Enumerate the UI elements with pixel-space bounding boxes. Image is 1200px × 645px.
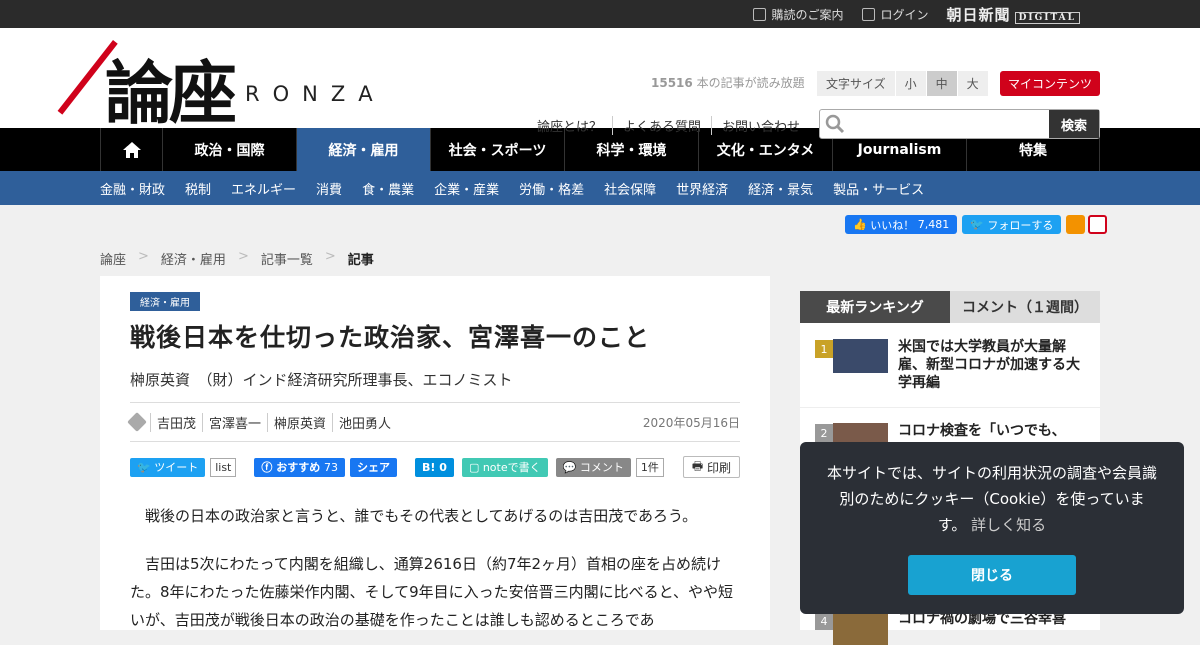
breadcrumb-category[interactable]: 経済・雇用 (161, 249, 226, 268)
twitter-follow-button[interactable]: 🐦 フォローする (962, 215, 1062, 234)
tag-item[interactable]: 池田勇人 (332, 412, 397, 432)
facebook-like-button[interactable]: 👍 いいね！ 7,481 (845, 215, 958, 234)
thumbs-up-icon: 👍 (853, 218, 871, 231)
cookie-message: 本サイトでは、サイトの利用状況の調査や会員識別のためにクッキー（Cookie）を… (826, 464, 1157, 534)
article-author[interactable]: 榊原英資 （財）インド経済研究所理事長、エコノミスト (130, 369, 513, 390)
article: 経済・雇用 戦後日本を仕切った政治家、宮澤喜一のこと 榊原英資 （財）インド経済… (100, 276, 770, 630)
facebook-share-button[interactable]: シェア (350, 457, 398, 477)
top-bar: 購読のご案内 ログイン 朝日新聞 DIGITAL (0, 0, 1200, 28)
rank-number: 2 (815, 424, 833, 442)
print-button[interactable]: 🖶 印刷 (682, 456, 740, 478)
subnav-item[interactable]: 経済・景気 (748, 179, 813, 198)
search-input[interactable] (850, 110, 1049, 138)
comment-button[interactable]: 💬 コメント (555, 457, 631, 477)
social-follow: 👍 いいね！ 7,481 🐦 フォローする (845, 215, 1108, 234)
breadcrumb-list[interactable]: 記事一覧 (261, 249, 313, 268)
search-box: 検索 (819, 109, 1100, 139)
rank-number: 1 (815, 340, 833, 358)
comment-count[interactable]: 1件 (635, 457, 664, 477)
logo-latin: RONZA (245, 81, 386, 106)
breadcrumb: 論座 > 経済・雇用 > 記事一覧 > 記事 (100, 249, 374, 268)
tab-comments[interactable]: コメント（１週間） (950, 291, 1100, 323)
subnav-item[interactable]: 世界経済 (676, 179, 728, 198)
ranking-title: 米国では大学教員が大量解雇、新型コロナが加速する大学再編 (898, 339, 1080, 391)
hatena-icon: B! (422, 460, 440, 474)
asahi-digital-logo[interactable]: 朝日新聞 DIGITAL (947, 4, 1080, 25)
twitter-icon: 🐦 (137, 460, 155, 474)
note-button[interactable]: ▢ noteで書く (461, 457, 548, 477)
font-size-label: 文字サイズ (817, 71, 896, 96)
facebook-icon: ⓕ (261, 461, 277, 474)
login-link[interactable]: ログイン (861, 6, 929, 23)
tweet-list-count[interactable]: list (210, 457, 237, 477)
tag-icon (127, 412, 147, 432)
twitter-icon: 🐦 (970, 218, 988, 231)
article-title: 戦後日本を仕切った政治家、宮澤喜一のこと (130, 323, 651, 352)
about-link[interactable]: 論座とは？ (537, 116, 612, 135)
ronza-logo[interactable]: 論座 RONZA (57, 38, 386, 137)
logo-kanji: 論座 (57, 38, 237, 137)
breadcrumb-current: 記事 (347, 253, 374, 268)
tag-item[interactable]: 宮澤喜一 (202, 412, 267, 432)
subnav-item[interactable]: 企業・産業 (434, 179, 499, 198)
font-size-medium[interactable]: 中 (926, 71, 958, 96)
read-count-text: 15516 本の記事が読み放題 (651, 76, 805, 90)
note-icon: ▢ (468, 460, 483, 474)
tab-ranking[interactable]: 最新ランキング (800, 291, 950, 323)
cookie-banner: 本サイトでは、サイトの利用状況の調査や会員識別のためにクッキー（Cookie）を… (800, 442, 1184, 614)
font-size-selector: 文字サイズ 小 中 大 (817, 71, 989, 96)
ranking-item[interactable]: 1 米国では大学教員が大量解雇、新型コロナが加速する大学再編 (800, 323, 1100, 408)
font-size-large[interactable]: 大 (957, 71, 989, 96)
rss-icon[interactable] (1066, 215, 1086, 234)
hatena-bookmark-button[interactable]: B! 0 (415, 457, 454, 477)
font-size-small[interactable]: 小 (895, 71, 927, 96)
subnav-item[interactable]: 消費 (316, 179, 342, 198)
subnav-item[interactable]: 製品・サービス (833, 179, 924, 198)
tag-item[interactable]: 榊原英資 (267, 412, 332, 432)
ranking-thumbnail (833, 339, 888, 373)
site-header: 論座 RONZA 15516 本の記事が読み放題 文字サイズ 小 中 大 マイコ… (0, 28, 1200, 139)
breadcrumb-separator: > (237, 249, 249, 264)
ranking-title: コロナ検査を「いつでも、 (898, 423, 1066, 439)
category-badge[interactable]: 経済・雇用 (130, 292, 200, 311)
mail-icon[interactable] (1088, 215, 1108, 234)
tag-item[interactable]: 吉田茂 (150, 412, 202, 432)
subnav-item[interactable]: 社会保障 (604, 179, 656, 198)
subnav-item[interactable]: 労働・格差 (519, 179, 584, 198)
share-bar: 🐦 ツイート list ⓕ おすすめ 73 シェア B! 0 ▢ noteで書く… (130, 456, 740, 478)
faq-link[interactable]: よくある質問 (612, 116, 711, 135)
tweet-button[interactable]: 🐦 ツイート (130, 457, 206, 477)
article-paragraph: 戦後の日本の政治家と言うと、誰でもその代表としてあげるのは吉田茂であろう。 (145, 507, 698, 525)
cookie-close-button[interactable]: 閉じる (908, 555, 1076, 595)
subnav-item[interactable]: 金融・財政 (100, 179, 165, 198)
my-content-button[interactable]: マイコンテンツ (1000, 71, 1101, 96)
ranking-thumbnail (833, 611, 888, 645)
publish-date: 2020年05月16日 (642, 415, 740, 430)
rank-number: 4 (815, 612, 833, 630)
tag-list: 吉田茂 宮澤喜一 榊原英資 池田勇人 2020年05月16日 (127, 402, 740, 442)
search-button[interactable]: 検索 (1049, 110, 1099, 138)
contact-link[interactable]: お問い合わせ (711, 116, 810, 135)
article-paragraph: 吉田は5次にわたって内閣を組織し、通算2616日（約7年2ヶ月）首相の座を占め続… (130, 555, 734, 629)
subnav-item[interactable]: エネルギー (231, 179, 296, 198)
search-icon (820, 110, 850, 138)
lock-icon (861, 7, 875, 21)
edit-icon (752, 7, 766, 21)
sub-nav: 金融・財政 税制 エネルギー 消費 食・農業 企業・産業 労働・格差 社会保障 … (0, 171, 1200, 205)
header-links: 論座とは？ よくある質問 お問い合わせ (537, 116, 810, 135)
subscription-link[interactable]: 購読のご案内 (752, 6, 844, 23)
cookie-more-link[interactable]: 詳しく知る (971, 516, 1046, 534)
subnav-item[interactable]: 税制 (185, 179, 211, 198)
home-icon (122, 141, 141, 158)
breadcrumb-separator: > (138, 249, 149, 264)
facebook-recommend-button[interactable]: ⓕ おすすめ 73 (254, 457, 346, 477)
comment-icon: 💬 (562, 460, 580, 474)
breadcrumb-separator: > (324, 249, 336, 264)
sidebar-tabs: 最新ランキング コメント（１週間） (800, 291, 1100, 323)
breadcrumb-home[interactable]: 論座 (100, 249, 126, 268)
subnav-item[interactable]: 食・農業 (362, 179, 414, 198)
print-icon: 🖶 (691, 458, 707, 473)
